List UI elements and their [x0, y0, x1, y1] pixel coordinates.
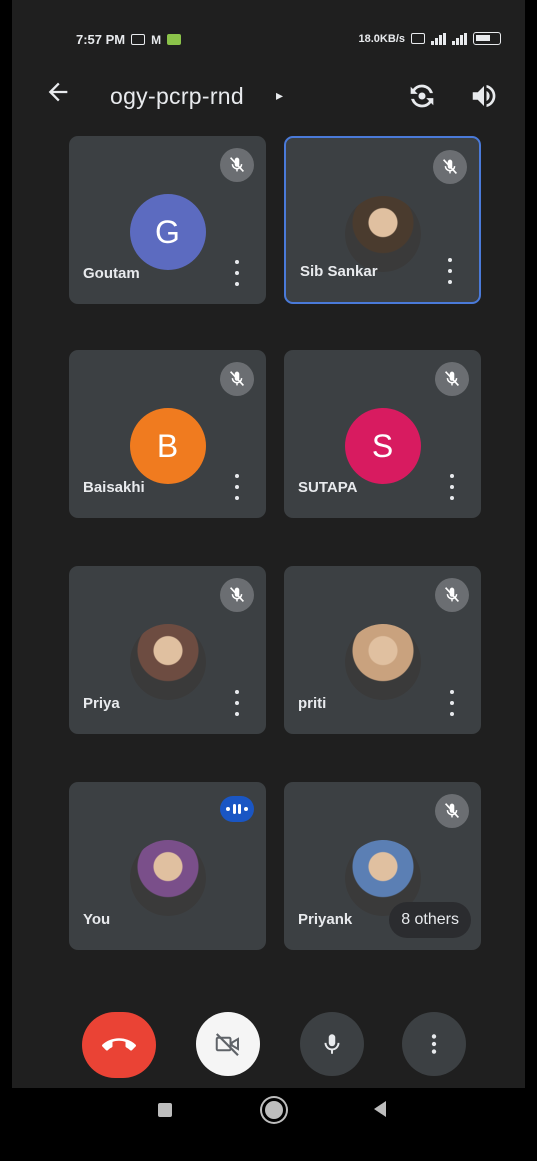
- video-off-icon: [215, 1033, 239, 1057]
- microphone-toggle-button[interactable]: [300, 1012, 364, 1076]
- chevron-right-icon[interactable]: ▸: [276, 87, 283, 104]
- status-time: 7:57 PM: [76, 32, 126, 47]
- participant-name: Goutam: [83, 265, 140, 282]
- participant-name: Priyank: [298, 911, 353, 928]
- tile-more-options-icon[interactable]: [232, 260, 242, 286]
- participant-name: Priya: [83, 695, 120, 712]
- meeting-code[interactable]: ogy-pcrp-rnd: [110, 83, 244, 110]
- participant-name: Sib Sankar: [300, 263, 378, 280]
- participant-name: SUTAPA: [298, 479, 358, 496]
- more-vertical-icon: [431, 1034, 437, 1054]
- more-options-button[interactable]: [402, 1012, 466, 1076]
- profile-photo: [344, 624, 421, 700]
- tile-more-options-icon[interactable]: [447, 474, 457, 500]
- camera-toggle-button[interactable]: [196, 1012, 260, 1076]
- tile-more-options-icon[interactable]: [232, 474, 242, 500]
- participant-name: Baisakhi: [83, 479, 145, 496]
- avatar-initial: S: [344, 408, 421, 484]
- mic-off-icon: [435, 362, 469, 396]
- participant-name: priti: [298, 695, 327, 712]
- signal-icon: [452, 32, 467, 45]
- signal-icon: [431, 32, 446, 45]
- speaking-indicator-icon: [220, 796, 254, 822]
- participant-tile[interactable]: Sib Sankar: [284, 136, 481, 304]
- mic-off-icon: [435, 794, 469, 828]
- participant-tile[interactable]: You: [69, 782, 266, 950]
- participant-tile[interactable]: S SUTAPA: [284, 350, 481, 518]
- meet-call-screen: 7:57 PM M 18.0KB/s ogy-pcrp-rnd ▸ G Gout…: [12, 0, 525, 1161]
- participant-name: You: [83, 911, 111, 928]
- back-arrow-icon[interactable]: [42, 78, 74, 110]
- profile-photo: [129, 624, 206, 700]
- end-call-button[interactable]: [82, 1012, 156, 1078]
- system-nav-bar: [12, 1088, 525, 1161]
- hang-up-icon: [102, 1038, 136, 1051]
- participant-tile[interactable]: priti: [284, 566, 481, 734]
- call-header: ogy-pcrp-rnd ▸: [12, 70, 525, 122]
- mic-off-icon: [435, 578, 469, 612]
- participant-tile[interactable]: Priyank 8 others: [284, 782, 481, 950]
- speaker-icon[interactable]: [469, 81, 499, 111]
- message-icon: [131, 34, 146, 45]
- switch-camera-icon[interactable]: [405, 79, 439, 113]
- profile-photo: [129, 840, 206, 916]
- participant-tile[interactable]: B Baisakhi: [69, 350, 266, 518]
- nav-back-icon[interactable]: [374, 1101, 386, 1117]
- tile-more-options-icon[interactable]: [445, 258, 455, 284]
- wifi-icon: [411, 33, 425, 44]
- tile-more-options-icon[interactable]: [232, 690, 242, 716]
- participant-tile[interactable]: G Goutam: [69, 136, 266, 304]
- mic-off-icon: [220, 362, 254, 396]
- status-bar: 7:57 PM M 18.0KB/s: [12, 22, 525, 58]
- mic-off-icon: [220, 578, 254, 612]
- avatar-initial: G: [129, 194, 206, 270]
- mic-off-icon: [433, 150, 467, 184]
- mic-off-icon: [220, 148, 254, 182]
- call-controls: [12, 1008, 525, 1078]
- tile-more-options-icon[interactable]: [447, 690, 457, 716]
- network-speed: 18.0KB/s: [358, 32, 405, 45]
- participant-tile[interactable]: Priya: [69, 566, 266, 734]
- home-icon[interactable]: [262, 1098, 286, 1122]
- avatar-initial: B: [129, 408, 206, 484]
- microphone-icon: [324, 1034, 340, 1054]
- gmail-icon: M: [151, 32, 162, 47]
- others-count-pill[interactable]: 8 others: [389, 902, 471, 938]
- profile-photo: [344, 196, 421, 272]
- gallery-icon: [167, 34, 182, 45]
- recents-icon[interactable]: [158, 1103, 172, 1117]
- battery-icon: [473, 32, 501, 45]
